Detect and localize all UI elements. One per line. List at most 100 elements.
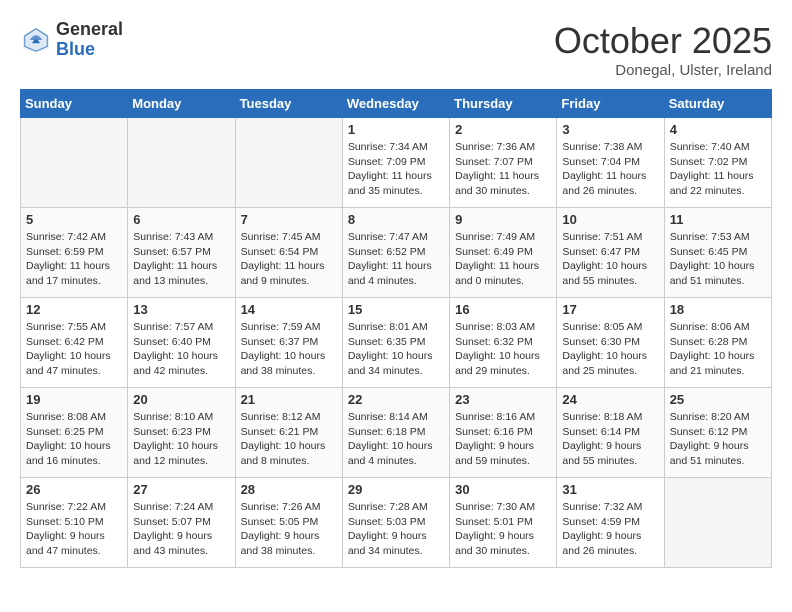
day-info: Sunrise: 7:22 AMSunset: 5:10 PMDaylight:… <box>26 500 122 559</box>
day-info: Sunrise: 7:42 AMSunset: 6:59 PMDaylight:… <box>26 230 122 289</box>
day-number: 15 <box>348 302 444 317</box>
day-number: 9 <box>455 212 551 227</box>
day-cell: 24 Sunrise: 8:18 AMSunset: 6:14 PMDayligh… <box>557 388 664 478</box>
header-tuesday: Tuesday <box>235 90 342 118</box>
logo-general: General <box>56 20 123 40</box>
day-number: 10 <box>562 212 658 227</box>
day-cell: 11 Sunrise: 7:53 AMSunset: 6:45 PMDayligh… <box>664 208 771 298</box>
day-cell: 6 Sunrise: 7:43 AMSunset: 6:57 PMDaylight… <box>128 208 235 298</box>
day-info: Sunrise: 7:57 AMSunset: 6:40 PMDaylight:… <box>133 320 229 379</box>
logo: General Blue <box>20 20 123 60</box>
day-cell: 21 Sunrise: 8:12 AMSunset: 6:21 PMDayligh… <box>235 388 342 478</box>
day-info: Sunrise: 7:55 AMSunset: 6:42 PMDaylight:… <box>26 320 122 379</box>
day-number: 24 <box>562 392 658 407</box>
header-monday: Monday <box>128 90 235 118</box>
day-info: Sunrise: 7:30 AMSunset: 5:01 PMDaylight:… <box>455 500 551 559</box>
day-number: 11 <box>670 212 766 227</box>
day-number: 1 <box>348 122 444 137</box>
day-cell: 27Sunrise: 7:24 AMSunset: 5:07 PMDayligh… <box>128 478 235 568</box>
day-info: Sunrise: 7:59 AMSunset: 6:37 PMDaylight:… <box>241 320 337 379</box>
day-number: 5 <box>26 212 122 227</box>
day-number: 13 <box>133 302 229 317</box>
day-info: Sunrise: 8:20 AMSunset: 6:12 PMDaylight:… <box>670 410 766 469</box>
day-cell: 10Sunrise: 7:51 AMSunset: 6:47 PMDayligh… <box>557 208 664 298</box>
day-cell: 5 Sunrise: 7:42 AMSunset: 6:59 PMDaylight… <box>21 208 128 298</box>
header-friday: Friday <box>557 90 664 118</box>
day-cell: 26 Sunrise: 7:22 AMSunset: 5:10 PMDayligh… <box>21 478 128 568</box>
day-cell: 15 Sunrise: 8:01 AMSunset: 6:35 PMDayligh… <box>342 298 449 388</box>
day-info: Sunrise: 8:01 AMSunset: 6:35 PMDaylight:… <box>348 320 444 379</box>
day-cell: 17Sunrise: 8:05 AMSunset: 6:30 PMDayligh… <box>557 298 664 388</box>
logo-icon <box>20 24 52 56</box>
day-cell: 29 Sunrise: 7:28 AMSunset: 5:03 PMDayligh… <box>342 478 449 568</box>
header-sunday: Sunday <box>21 90 128 118</box>
header-thursday: Thursday <box>450 90 557 118</box>
day-number: 23 <box>455 392 551 407</box>
day-info: Sunrise: 7:53 AMSunset: 6:45 PMDaylight:… <box>670 230 766 289</box>
day-info: Sunrise: 7:45 AMSunset: 6:54 PMDaylight:… <box>241 230 337 289</box>
day-number: 22 <box>348 392 444 407</box>
header-saturday: Saturday <box>664 90 771 118</box>
day-info: Sunrise: 8:10 AMSunset: 6:23 PMDaylight:… <box>133 410 229 469</box>
week-row-1: 1 Sunrise: 7:34 AMSunset: 7:09 PMDaylight… <box>21 118 772 208</box>
day-cell: 20 Sunrise: 8:10 AMSunset: 6:23 PMDayligh… <box>128 388 235 478</box>
week-row-5: 26 Sunrise: 7:22 AMSunset: 5:10 PMDayligh… <box>21 478 772 568</box>
day-info: Sunrise: 8:03 AMSunset: 6:32 PMDaylight:… <box>455 320 551 379</box>
day-cell: 23 Sunrise: 8:16 AMSunset: 6:16 PMDayligh… <box>450 388 557 478</box>
day-info: Sunrise: 7:36 AMSunset: 7:07 PMDaylight:… <box>455 140 551 199</box>
day-cell: 18 Sunrise: 8:06 AMSunset: 6:28 PMDayligh… <box>664 298 771 388</box>
day-info: Sunrise: 8:06 AMSunset: 6:28 PMDaylight:… <box>670 320 766 379</box>
day-cell: 13 Sunrise: 7:57 AMSunset: 6:40 PMDayligh… <box>128 298 235 388</box>
day-number: 3 <box>562 122 658 137</box>
day-cell <box>664 478 771 568</box>
week-row-3: 12 Sunrise: 7:55 AMSunset: 6:42 PMDayligh… <box>21 298 772 388</box>
day-cell: 4 Sunrise: 7:40 AMSunset: 7:02 PMDaylight… <box>664 118 771 208</box>
day-info: Sunrise: 8:14 AMSunset: 6:18 PMDaylight:… <box>348 410 444 469</box>
day-info: Sunrise: 7:43 AMSunset: 6:57 PMDaylight:… <box>133 230 229 289</box>
location: Donegal, Ulster, Ireland <box>554 62 772 79</box>
day-number: 6 <box>133 212 229 227</box>
calendar-table: SundayMondayTuesdayWednesdayThursdayFrid… <box>20 89 772 568</box>
day-cell: 14 Sunrise: 7:59 AMSunset: 6:37 PMDayligh… <box>235 298 342 388</box>
title-block: October 2025 Donegal, Ulster, Ireland <box>554 20 772 79</box>
day-number: 20 <box>133 392 229 407</box>
day-number: 12 <box>26 302 122 317</box>
day-info: Sunrise: 7:40 AMSunset: 7:02 PMDaylight:… <box>670 140 766 199</box>
day-number: 21 <box>241 392 337 407</box>
day-info: Sunrise: 7:28 AMSunset: 5:03 PMDaylight:… <box>348 500 444 559</box>
day-cell <box>128 118 235 208</box>
day-number: 28 <box>241 482 337 497</box>
day-number: 7 <box>241 212 337 227</box>
day-number: 17 <box>562 302 658 317</box>
day-number: 18 <box>670 302 766 317</box>
month-title: October 2025 <box>554 20 772 62</box>
day-info: Sunrise: 7:38 AMSunset: 7:04 PMDaylight:… <box>562 140 658 199</box>
day-info: Sunrise: 7:26 AMSunset: 5:05 PMDaylight:… <box>241 500 337 559</box>
day-number: 29 <box>348 482 444 497</box>
day-info: Sunrise: 8:12 AMSunset: 6:21 PMDaylight:… <box>241 410 337 469</box>
day-number: 26 <box>26 482 122 497</box>
day-cell: 2 Sunrise: 7:36 AMSunset: 7:07 PMDaylight… <box>450 118 557 208</box>
day-cell: 12 Sunrise: 7:55 AMSunset: 6:42 PMDayligh… <box>21 298 128 388</box>
day-cell: 31 Sunrise: 7:32 AMSunset: 4:59 PMDayligh… <box>557 478 664 568</box>
day-info: Sunrise: 7:49 AMSunset: 6:49 PMDaylight:… <box>455 230 551 289</box>
day-number: 2 <box>455 122 551 137</box>
day-info: Sunrise: 8:16 AMSunset: 6:16 PMDaylight:… <box>455 410 551 469</box>
day-cell: 22 Sunrise: 8:14 AMSunset: 6:18 PMDayligh… <box>342 388 449 478</box>
day-number: 8 <box>348 212 444 227</box>
day-info: Sunrise: 7:24 AMSunset: 5:07 PMDaylight:… <box>133 500 229 559</box>
day-cell: 3 Sunrise: 7:38 AMSunset: 7:04 PMDaylight… <box>557 118 664 208</box>
day-info: Sunrise: 8:08 AMSunset: 6:25 PMDaylight:… <box>26 410 122 469</box>
day-info: Sunrise: 7:34 AMSunset: 7:09 PMDaylight:… <box>348 140 444 199</box>
day-info: Sunrise: 8:18 AMSunset: 6:14 PMDaylight:… <box>562 410 658 469</box>
day-number: 31 <box>562 482 658 497</box>
day-number: 4 <box>670 122 766 137</box>
day-cell: 9 Sunrise: 7:49 AMSunset: 6:49 PMDaylight… <box>450 208 557 298</box>
day-number: 16 <box>455 302 551 317</box>
day-cell: 16 Sunrise: 8:03 AMSunset: 6:32 PMDayligh… <box>450 298 557 388</box>
day-number: 14 <box>241 302 337 317</box>
day-cell: 28 Sunrise: 7:26 AMSunset: 5:05 PMDayligh… <box>235 478 342 568</box>
week-row-2: 5 Sunrise: 7:42 AMSunset: 6:59 PMDaylight… <box>21 208 772 298</box>
day-info: Sunrise: 7:32 AMSunset: 4:59 PMDaylight:… <box>562 500 658 559</box>
day-info: Sunrise: 7:47 AMSunset: 6:52 PMDaylight:… <box>348 230 444 289</box>
